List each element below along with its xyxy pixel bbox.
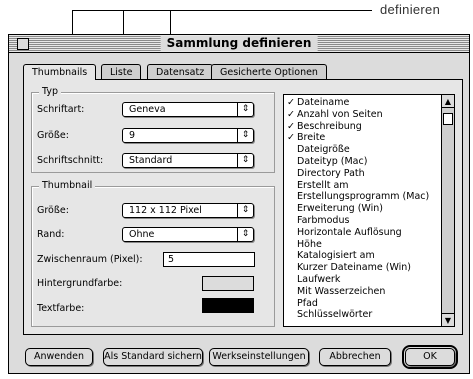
groesse-value: 9: [129, 130, 136, 141]
tab-thumbnails[interactable]: Thumbnails: [23, 64, 97, 80]
list-item-label: Schlüsselwörter: [297, 309, 373, 321]
checkmark-icon: ✓: [287, 120, 295, 132]
list-item[interactable]: Pfad: [287, 297, 318, 309]
abbrechen-button[interactable]: Abbrechen: [319, 348, 391, 366]
list-item[interactable]: Schlüsselwörter: [287, 310, 372, 320]
rand-label: Rand:: [37, 229, 65, 240]
updown-arrows-icon: ⇕: [237, 228, 253, 241]
schriftart-popup[interactable]: Geneva ⇕: [122, 102, 254, 117]
list-item[interactable]: Erweiterung (Win): [287, 204, 383, 214]
list-item[interactable]: Erstellt am: [287, 179, 349, 191]
list-item-label: Laufwerk: [297, 274, 341, 285]
list-item[interactable]: Dateigröße: [287, 145, 350, 155]
fields-list[interactable]: ✓ Dateiname ✓ Anzahl von Seiten ✓ Beschreibun…: [283, 94, 455, 327]
groesse-popup[interactable]: 9 ⇕: [122, 128, 254, 143]
schriftschnitt-popup[interactable]: Standard ⇕: [122, 153, 254, 168]
tab-liste[interactable]: Liste: [101, 64, 142, 79]
dialog-window: Sammlung definieren Thumbnails Liste Dat…: [8, 34, 470, 374]
schriftschnitt-label: Schriftschnitt:: [37, 155, 104, 166]
list-item[interactable]: ✓ Breite: [287, 133, 325, 143]
textfarbe-swatch[interactable]: [202, 298, 254, 313]
list-item-label: Mit Wasserzeichen: [297, 285, 386, 297]
list-item[interactable]: Dateityp (Mac): [287, 157, 367, 167]
list-item-label: Dateiname: [297, 97, 350, 108]
groesse-label: Größe:: [37, 130, 69, 141]
checkmark-icon: ✓: [287, 132, 295, 144]
list-item[interactable]: Horizontale Auflösung: [287, 226, 402, 238]
list-item[interactable]: ✓ Dateiname: [287, 98, 349, 108]
zwischenraum-input[interactable]: 5: [163, 252, 255, 267]
thumbnail-groesse-value: 112 x 112 Pixel: [129, 205, 202, 216]
werkseinstellungen-button[interactable]: Werkseinstellungen: [209, 348, 309, 366]
schriftschnitt-value: Standard: [129, 155, 173, 166]
list-item-label: Anzahl von Seiten: [297, 108, 383, 120]
list-item[interactable]: Laufwerk: [287, 275, 340, 285]
updown-arrows-icon: ⇕: [237, 204, 253, 217]
checkmark-icon: ✓: [287, 97, 295, 108]
window-title: Sammlung definieren: [160, 36, 318, 51]
close-box-icon[interactable]: [17, 38, 29, 50]
list-item[interactable]: Erstellungsprogramm (Mac): [287, 192, 429, 202]
list-item-label: Erweiterung (Win): [297, 203, 383, 215]
list-item[interactable]: ✓ Beschreibung: [287, 120, 362, 132]
list-item-label: Höhe: [297, 238, 322, 250]
schriftart-value: Geneva: [129, 104, 166, 115]
ok-button[interactable]: OK: [402, 345, 458, 369]
rand-popup[interactable]: Ohne ⇕: [122, 227, 254, 242]
als-standard-sichern-button[interactable]: Als Standard sichern: [103, 348, 203, 366]
list-item-label: Erstellt am: [297, 179, 349, 191]
zwischenraum-label: Zwischenraum (Pixel):: [37, 254, 143, 265]
callout-line-horizontal: [72, 10, 372, 11]
rand-value: Ohne: [129, 229, 155, 240]
schriftart-label: Schriftart:: [37, 104, 85, 115]
list-item[interactable]: Directory Path: [287, 167, 365, 179]
list-item-label: Horizontale Auflösung: [297, 226, 402, 238]
checkmark-icon: ✓: [287, 108, 295, 120]
vertical-scrollbar[interactable]: ▲ ▼: [441, 95, 454, 326]
list-item-label: Pfad: [297, 297, 318, 309]
list-item[interactable]: Farbmodus: [287, 216, 349, 226]
updown-arrows-icon: ⇕: [237, 103, 253, 116]
list-item[interactable]: Mit Wasserzeichen: [287, 285, 386, 297]
hintergrundfarbe-swatch[interactable]: [202, 276, 254, 291]
group-thumbnail-title: Thumbnail: [39, 180, 96, 191]
list-item-label: Dateityp (Mac): [297, 156, 368, 167]
list-item-label: Erstellungsprogramm (Mac): [297, 191, 430, 203]
list-item-label: Directory Path: [297, 167, 365, 179]
down-arrow-icon[interactable]: ▼: [442, 313, 454, 326]
thumbnail-groesse-popup[interactable]: 112 x 112 Pixel ⇕: [122, 203, 254, 218]
up-arrow-icon[interactable]: ▲: [442, 95, 454, 108]
group-typ-title: Typ: [39, 86, 61, 97]
textfarbe-label: Textfarbe:: [37, 303, 85, 314]
callout-text: definieren: [380, 2, 441, 17]
updown-arrows-icon: ⇕: [237, 154, 253, 167]
list-item-label: Kurzer Dateiname (Win): [297, 262, 412, 274]
tab-gesicherte-optionen[interactable]: Gesicherte Optionen: [211, 64, 327, 79]
tab-datensatz[interactable]: Datensatz: [147, 64, 214, 79]
list-item[interactable]: ✓ Anzahl von Seiten: [287, 108, 383, 120]
scroll-thumb[interactable]: [443, 113, 453, 125]
list-item[interactable]: Kurzer Dateiname (Win): [287, 263, 411, 273]
list-item[interactable]: Höhe: [287, 238, 322, 250]
list-item-label: Dateigröße: [297, 144, 350, 156]
title-bar[interactable]: Sammlung definieren: [9, 35, 469, 53]
hintergrundfarbe-label: Hintergrundfarbe:: [37, 278, 123, 289]
list-item[interactable]: Katalogisiert am: [287, 251, 375, 261]
anwenden-button[interactable]: Anwenden: [25, 348, 93, 366]
thumbnail-groesse-label: Größe:: [37, 205, 69, 216]
updown-arrows-icon: ⇕: [237, 129, 253, 142]
list-item-label: Breite: [297, 132, 326, 144]
list-item-label: Beschreibung: [297, 120, 362, 132]
list-item-label: Katalogisiert am: [297, 250, 375, 262]
list-item-label: Farbmodus: [297, 215, 350, 226]
